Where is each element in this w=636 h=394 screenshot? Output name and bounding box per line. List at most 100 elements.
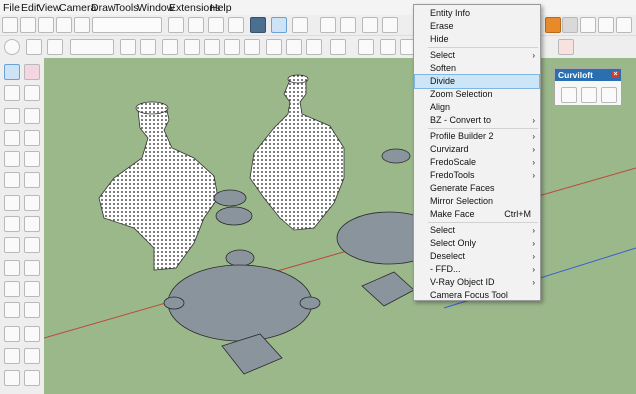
hand-icon[interactable] <box>580 17 596 33</box>
menu-item-fredotools[interactable]: FredoTools › <box>415 169 539 182</box>
make-component-icon[interactable] <box>24 85 40 101</box>
menu-item-make-face[interactable]: Make Face Ctrl+M <box>415 208 539 221</box>
menu-item-divide[interactable]: Divide <box>414 74 540 89</box>
reset-icon[interactable] <box>598 17 614 33</box>
check-solid-icon[interactable] <box>4 39 20 55</box>
menu-item-hide[interactable]: Hide <box>415 33 539 46</box>
small-disc[interactable] <box>381 148 411 164</box>
menu-help[interactable]: Help <box>210 2 232 14</box>
gear-icon[interactable] <box>330 39 346 55</box>
small-disc[interactable] <box>225 249 255 267</box>
copy-icon[interactable] <box>74 17 90 33</box>
top-view-icon[interactable] <box>340 17 356 33</box>
menu-item-select-2[interactable]: Select › <box>415 224 539 237</box>
menu-item-select-only[interactable]: Select Only › <box>415 237 539 250</box>
wine-glass-icon[interactable] <box>184 39 200 55</box>
scale-icon[interactable] <box>4 237 20 253</box>
menu-item-vray-object-id[interactable]: V-Ray Object ID › <box>415 276 539 289</box>
rectangle-icon[interactable] <box>4 130 20 146</box>
move-icon[interactable] <box>4 195 20 211</box>
offset-icon[interactable] <box>24 237 40 253</box>
follow-me-icon[interactable] <box>24 216 40 232</box>
iso-view-icon[interactable] <box>320 17 336 33</box>
menu-item-fredoscale[interactable]: FredoScale › <box>415 156 539 169</box>
loft-along-path-icon[interactable] <box>581 87 597 103</box>
wireframe-icon[interactable] <box>208 17 224 33</box>
large-disc[interactable] <box>167 264 313 342</box>
menu-item-profile-builder[interactable]: Profile Builder 2 › <box>415 130 539 143</box>
menu-item-erase[interactable]: Erase <box>415 20 539 33</box>
modeling-viewport[interactable] <box>44 58 636 394</box>
cube-icon[interactable] <box>380 39 396 55</box>
position-camera-icon[interactable] <box>24 370 40 386</box>
menu-item-deselect[interactable]: Deselect › <box>415 250 539 263</box>
line-icon[interactable] <box>4 108 20 124</box>
menu-view[interactable]: View <box>38 2 61 14</box>
small-disc[interactable] <box>213 189 247 207</box>
eraser-icon[interactable] <box>24 64 40 80</box>
menu-item-curvizard[interactable]: Curvizard › <box>415 143 539 156</box>
arch-icon[interactable] <box>204 39 220 55</box>
back-edges-icon[interactable] <box>188 17 204 33</box>
push-pull-icon[interactable] <box>24 195 40 211</box>
menu-tools[interactable]: Tools <box>114 2 139 14</box>
circle-icon[interactable] <box>4 151 20 167</box>
loft-by-spline-icon[interactable] <box>561 87 577 103</box>
car-icon[interactable] <box>358 39 374 55</box>
shaded-icon[interactable] <box>250 17 266 33</box>
lock-icon[interactable] <box>162 39 178 55</box>
section-plane-icon[interactable] <box>24 302 40 318</box>
freehand-icon[interactable] <box>24 108 40 124</box>
teapot-icon[interactable] <box>26 39 42 55</box>
small-disc[interactable] <box>215 206 253 226</box>
paint-bucket-icon[interactable] <box>4 85 20 101</box>
shaded-with-textures-icon[interactable] <box>271 17 287 33</box>
xray-style-icon[interactable] <box>168 17 184 33</box>
settings-icon[interactable] <box>616 17 632 33</box>
grid-red-icon[interactable] <box>558 39 574 55</box>
menu-item-entity-info[interactable]: Entity Info <box>415 7 539 20</box>
new-file-icon[interactable] <box>2 17 18 33</box>
front-view-icon[interactable] <box>362 17 378 33</box>
cut-icon[interactable] <box>56 17 72 33</box>
menu-item-generate-faces[interactable]: Generate Faces <box>415 182 539 195</box>
play-icon[interactable] <box>545 17 561 33</box>
menu-item-camera-focus-tool[interactable]: Camera Focus Tool <box>415 289 539 302</box>
menu-item-zoom-selection[interactable]: Zoom Selection <box>415 88 539 101</box>
frame-icon[interactable] <box>120 39 136 55</box>
save-icon[interactable] <box>38 17 54 33</box>
pan-icon[interactable] <box>24 326 40 342</box>
skin-contours-icon[interactable] <box>601 87 617 103</box>
arc-icon[interactable] <box>4 172 20 188</box>
menu-item-bz-convert[interactable]: BZ - Convert to › <box>415 114 539 127</box>
pie-icon[interactable] <box>24 172 40 188</box>
text-icon[interactable] <box>24 281 40 297</box>
box-icon[interactable] <box>140 39 156 55</box>
axes-icon[interactable] <box>4 302 20 318</box>
shape-icon[interactable] <box>244 39 260 55</box>
sun-icon[interactable] <box>266 39 282 55</box>
menu-file[interactable]: File <box>3 2 20 14</box>
square-plate-right[interactable] <box>361 271 415 307</box>
tape-measure-icon[interactable] <box>4 260 20 276</box>
ruler-icon[interactable] <box>224 39 240 55</box>
previous-view-icon[interactable] <box>4 370 20 386</box>
menu-edit[interactable]: Edit <box>21 2 39 14</box>
zoom-icon[interactable] <box>4 348 20 364</box>
vase-right[interactable] <box>249 74 345 231</box>
open-file-icon[interactable] <box>20 17 36 33</box>
monochrome-icon[interactable] <box>292 17 308 33</box>
polygon-icon[interactable] <box>24 151 40 167</box>
disc-tab[interactable] <box>163 296 185 310</box>
grid-icon[interactable] <box>47 39 63 55</box>
right-view-icon[interactable] <box>382 17 398 33</box>
dimension-icon[interactable] <box>24 260 40 276</box>
shell-icon[interactable] <box>286 39 302 55</box>
menu-item-align[interactable]: Align <box>415 101 539 114</box>
style-preview-strip[interactable] <box>92 17 162 33</box>
menu-item-soften[interactable]: Soften <box>415 62 539 75</box>
menu-item-ffd[interactable]: - FFD... › <box>415 263 539 276</box>
rotated-rectangle-icon[interactable] <box>24 130 40 146</box>
protractor-icon[interactable] <box>4 281 20 297</box>
orbit-icon[interactable] <box>4 326 20 342</box>
